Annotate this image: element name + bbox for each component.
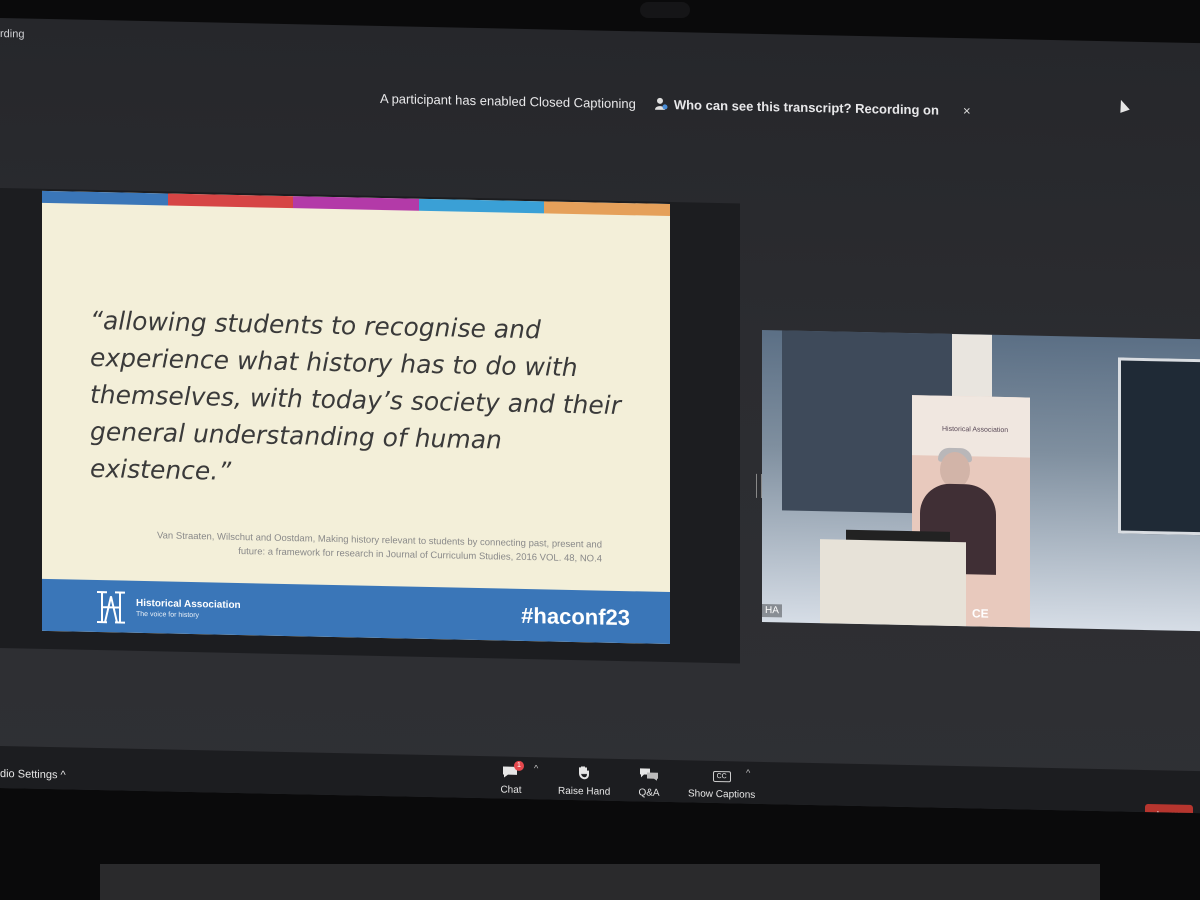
- laptop-bezel: rding A participant has enabled Closed C…: [0, 0, 1200, 900]
- chat-button[interactable]: 1 Chat: [500, 760, 524, 796]
- conference-hashtag: #haconf23: [521, 602, 630, 631]
- chevron-up-icon[interactable]: ^: [746, 768, 750, 778]
- color-segment: [167, 193, 294, 209]
- raise-hand-button[interactable]: Raise Hand: [558, 764, 610, 798]
- qa-label: Q&A: [638, 787, 660, 799]
- color-segment: [418, 198, 545, 214]
- audio-settings-button[interactable]: dio Settings ^: [0, 768, 66, 781]
- video-background-screen: [1118, 357, 1200, 536]
- slide-citation: Van Straaten, Wilschut and Oostdam, Maki…: [102, 528, 602, 566]
- ha-monogram-icon: [94, 588, 128, 627]
- org-tagline: The voice for history: [136, 610, 200, 620]
- chat-icon: 1: [500, 760, 524, 780]
- laptop-keyboard-edge: [100, 864, 1100, 900]
- closed-captions-icon: CC: [711, 767, 733, 785]
- show-captions-label: Show Captions: [688, 788, 756, 801]
- speaker-video-tile[interactable]: Historical Association CE HA: [762, 329, 1200, 632]
- chat-label: Chat: [500, 784, 522, 796]
- qa-icon: [638, 765, 660, 783]
- chevron-up-icon[interactable]: ^: [61, 769, 66, 781]
- webcam: [640, 2, 690, 18]
- cc-banner-message: A participant has enabled Closed Caption…: [380, 90, 636, 111]
- color-segment: [42, 190, 168, 206]
- mouse-cursor-icon: [1116, 98, 1130, 113]
- recording-indicator: rding: [0, 28, 25, 41]
- audio-settings-label: dio Settings: [0, 768, 58, 782]
- hand-icon: [573, 764, 595, 782]
- person-lock-icon: [654, 97, 668, 111]
- lectern: [820, 539, 966, 627]
- qa-button[interactable]: Q&A: [638, 765, 660, 799]
- slide-quote: “allowing students to recognise and expe…: [90, 305, 621, 486]
- raise-hand-label: Raise Hand: [558, 785, 611, 798]
- color-segment: [544, 201, 670, 217]
- close-banner-button[interactable]: ×: [963, 103, 971, 118]
- chat-unread-badge: 1: [514, 760, 524, 771]
- cc-icon-text: CC: [712, 770, 731, 782]
- transcript-visibility-link[interactable]: Who can see this transcript? Recording o…: [674, 97, 939, 118]
- color-segment: [293, 196, 419, 211]
- presentation-slide: “allowing students to recognise and expe…: [42, 190, 670, 645]
- chevron-up-icon[interactable]: ^: [534, 763, 538, 773]
- meeting-toolbar: dio Settings ^ 1 Chat ^ Raise Hand Q&A C…: [0, 746, 1200, 814]
- closed-caption-banner: A participant has enabled Closed Caption…: [380, 86, 971, 122]
- participant-name-label: HA: [762, 603, 782, 618]
- historical-association-logo: Historical Association The voice for his…: [94, 588, 241, 629]
- banner-visible-text: CE: [972, 606, 989, 621]
- meeting-window: rding A participant has enabled Closed C…: [0, 18, 1200, 814]
- leave-button[interactable]: Leave: [1145, 803, 1193, 814]
- org-name: Historical Association: [136, 597, 241, 612]
- banner-org-name: Historical Association: [942, 425, 1009, 435]
